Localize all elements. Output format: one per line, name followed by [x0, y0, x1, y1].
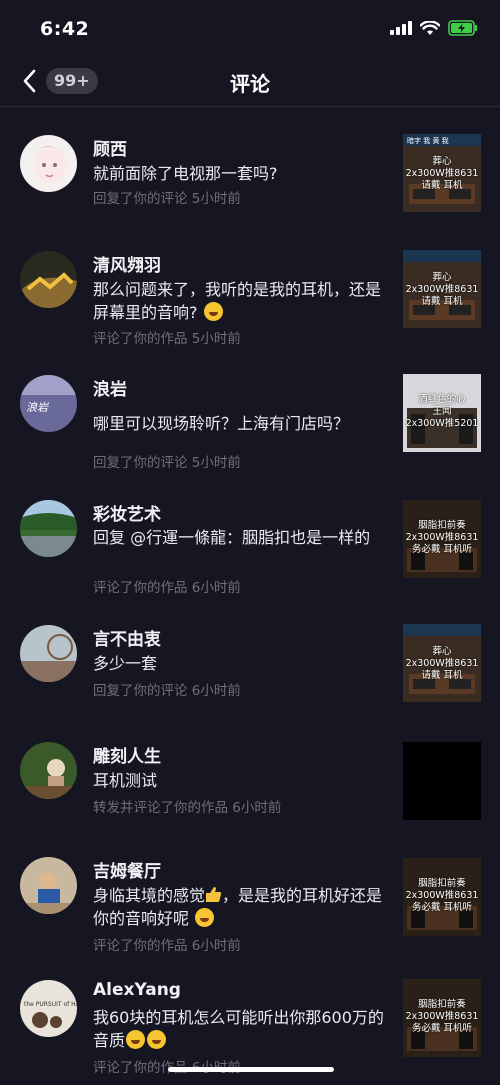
video-thumbnail[interactable]: 暗字 我 黄 我 葬心 2x300W推8631 请戴 耳机 [403, 134, 481, 212]
avatar[interactable] [20, 742, 77, 799]
comment-text: 就前面除了电视那一套吗? [93, 164, 278, 183]
activity-meta: 评论了你的作品 5小时前 [93, 331, 241, 347]
avatar[interactable] [20, 625, 77, 682]
username[interactable]: 清风翙羽 [93, 251, 161, 276]
username[interactable]: 吉姆餐厅 [93, 857, 161, 882]
comment-text: 哪里可以现场聆听？上海有门店吗？ [93, 414, 350, 433]
laughing-emoji-icon [126, 1030, 146, 1049]
video-thumbnail[interactable]: 酒红色的心 王闻 2x300W推5201 [403, 374, 481, 452]
laughing-emoji-icon [195, 908, 215, 927]
avatar[interactable]: 浪岩 [20, 375, 77, 432]
activity-meta: 评论了你的作品 6小时前 [93, 580, 241, 596]
username[interactable]: 彩妆艺术 [93, 500, 161, 525]
thumbnail-caption: 胭脂扣前奏 2x300W推8631 务必戴 耳机听 [405, 878, 479, 913]
video-thumbnail[interactable]: 胭脂扣前奏 2x300W推8631 务必戴 耳机听 [403, 500, 481, 578]
status-bar: 6:42 [0, 0, 500, 56]
status-icons [390, 20, 478, 36]
username[interactable]: 顾西 [93, 135, 127, 160]
username[interactable]: 雕刻人生 [93, 742, 161, 767]
username[interactable]: AlexYang [93, 980, 181, 1000]
list-item[interactable]: 彩妆艺术 回复 @行運一條龍：胭脂扣也是一样的 评论了你的作品 6小时前 胭脂扣… [0, 481, 500, 605]
activity-meta: 评论了你的作品 6小时前 [93, 938, 241, 954]
avatar[interactable] [20, 857, 77, 914]
thumbnail-caption: 葬心 2x300W推8631 请戴 耳机 [405, 156, 479, 191]
video-thumbnail[interactable]: 胭脂扣前奏 2x300W推8631 务必戴 耳机听 [403, 979, 481, 1057]
activity-meta: 转发并评论了你的作品 6小时前 [93, 800, 282, 816]
svg-text:浪岩: 浪岩 [26, 401, 49, 414]
list-item[interactable]: 顾西 就前面除了电视那一套吗? 回复了你的评论 5小时前 暗字 我 黄 我 葬心… [0, 107, 500, 231]
list-item[interactable]: 言不由衷 多少一套 回复了你的评论 6小时前 葬心 2x300W推8631 请戴… [0, 605, 500, 721]
activity-meta: 回复了你的评论 6小时前 [93, 683, 241, 699]
battery-charging-icon [448, 20, 478, 36]
video-thumbnail[interactable]: 葬心 2x300W推8631 请戴 耳机 [403, 624, 481, 702]
page-title: 评论 [230, 72, 270, 96]
comment-text: 身临其境的感觉 ，是是我的耳机好还是你的音响好呢 [93, 886, 383, 928]
username[interactable]: 浪岩 [93, 375, 127, 400]
avatar[interactable] [20, 135, 77, 192]
home-indicator[interactable] [168, 1067, 334, 1072]
list-item[interactable]: 浪岩 浪岩 哪里可以现场聆听？上海有门店吗？ 回复了你的评论 5小时前 酒红色的… [0, 355, 500, 481]
thumbnail-caption: 胭脂扣前奏 2x300W推8631 务必戴 耳机听 [405, 520, 479, 555]
thumbnail-caption: 葬心 2x300W推8631 请戴 耳机 [405, 646, 479, 681]
thumbnail-caption: 酒红色的心 王闻 2x300W推5201 [405, 394, 479, 429]
thumbnail-caption: 胭脂扣前奏 2x300W推8631 务必戴 耳机听 [405, 999, 479, 1034]
comment-text: 那么问题来了，我听的是我的耳机，还是屏幕里的音响? [93, 280, 382, 322]
cellular-signal-icon [390, 21, 412, 35]
nav-bar: 99+ 评论 [0, 56, 500, 107]
thumbnail-caption: 葬心 2x300W推8631 请戴 耳机 [405, 272, 479, 307]
avatar[interactable] [20, 251, 77, 308]
activity-meta: 回复了你的评论 5小时前 [93, 191, 241, 207]
video-thumbnail[interactable]: 胭脂扣前奏 2x300W推8631 务必戴 耳机听 [403, 858, 481, 936]
avatar[interactable]: the PURSUIT of HAPPYNESS [20, 980, 77, 1037]
list-item[interactable]: 吉姆餐厅 身临其境的感觉 ，是是我的耳机好还是你的音响好呢 评论了你的作品 6小… [0, 836, 500, 961]
username[interactable]: 言不由衷 [93, 625, 161, 650]
laughing-emoji-icon [203, 302, 223, 321]
comment-text: 回复 @行運一條龍：胭脂扣也是一样的 [93, 528, 371, 547]
status-time: 6:42 [40, 18, 90, 40]
laughing-emoji-icon [147, 1030, 167, 1049]
comment-text: 耳机测试 [93, 771, 158, 790]
comment-text: 我60块的耳机怎么可能听出你那600万的音质 [93, 1008, 384, 1050]
activity-meta: 评论了你的作品 6小时前 [93, 1060, 241, 1076]
list-item[interactable]: 雕刻人生 耳机测试 转发并评论了你的作品 6小时前 [0, 721, 500, 836]
svg-text:the PURSUIT of HAPPYNESS: the PURSUIT of HAPPYNESS [24, 1001, 77, 1008]
thumbs-up-icon [206, 887, 222, 902]
list-item[interactable]: 清风翙羽 那么问题来了，我听的是我的耳机，还是屏幕里的音响? 评论了你的作品 5… [0, 231, 500, 355]
notification-list: 顾西 就前面除了电视那一套吗? 回复了你的评论 5小时前 暗字 我 黄 我 葬心… [0, 107, 500, 1085]
wifi-icon [420, 20, 440, 36]
video-thumbnail[interactable] [403, 742, 481, 820]
video-thumbnail[interactable]: 葬心 2x300W推8631 请戴 耳机 [403, 250, 481, 328]
comment-text: 多少一套 [93, 654, 158, 673]
activity-meta: 回复了你的评论 5小时前 [93, 455, 241, 471]
avatar[interactable] [20, 500, 77, 557]
svg-text:暗字 我 黄 我: 暗字 我 黄 我 [407, 136, 449, 145]
